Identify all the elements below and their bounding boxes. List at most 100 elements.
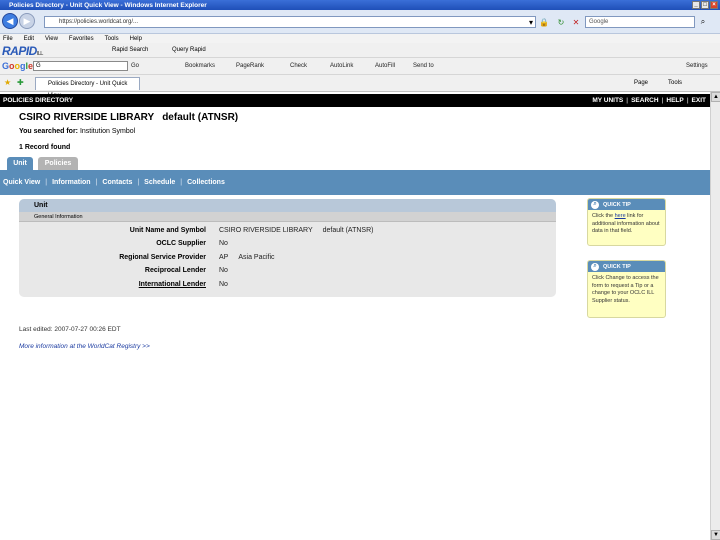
menu-tools[interactable]: Tools [105,36,119,42]
back-button[interactable]: ◀ [2,13,18,29]
separator: | [180,179,183,186]
pagerank-button[interactable]: PageRank [236,63,264,69]
window-title-bar: Policies Directory - Unit Quick View - W… [0,0,720,10]
favorites-star-icon[interactable]: ★ [4,78,11,87]
address-toolbar: ◀ ▶ https://policies.worldcat.org/... ▾ … [0,10,720,34]
rapid-search-button[interactable]: Rapid Search [112,47,148,53]
quick-tip-body: Click Change to access the form to reque… [592,275,659,304]
last-edited: Last edited: 2007-07-27 00:26 EDT [19,326,121,333]
international-lender-link[interactable]: International Lender [19,281,206,288]
library-code: default (ATNSR) [162,112,239,123]
reciprocal-lender-value: No [219,267,228,274]
scroll-up-icon[interactable]: ▲ [711,92,720,102]
lock-icon[interactable]: 🔒 [539,17,549,27]
magnifier-icon: ⌕ [591,200,599,209]
autolink-button[interactable]: AutoLink [330,63,353,69]
address-input[interactable]: https://policies.worldcat.org/... [44,16,536,28]
vertical-scrollbar[interactable]: ▲ ▼ [710,92,720,540]
quick-tip-header: ⌕ QUICK TIP [588,199,665,210]
window-title: Policies Directory - Unit Quick View - W… [9,1,207,9]
unit-name-value: CSIRO RIVERSIDE LIBRARY default (ATNSR) [219,227,374,234]
settings-button[interactable]: Settings [686,63,708,69]
check-button[interactable]: Check [290,63,307,69]
registry-link[interactable]: More information at the WorldCat Registr… [19,343,150,350]
stop-icon[interactable]: ✕ [571,17,581,27]
separator: | [626,97,629,104]
refresh-icon[interactable]: ↻ [556,17,566,27]
minimize-icon[interactable]: _ [692,1,700,9]
subnav-quick-view[interactable]: Quick View [3,179,40,186]
oclc-supplier-label: OCLC Supplier [156,240,206,247]
tools-menu-button[interactable]: Tools [668,80,682,86]
rapid-toolbar: RAPIDILL Rapid Search Query Rapid [0,43,720,58]
google-logo: Google [2,61,34,71]
tab-policies[interactable]: Policies [38,157,78,170]
menu-help[interactable]: Help [130,36,142,42]
close-icon[interactable]: × [710,1,718,9]
reciprocal-lender-label: Reciprocal Lender [144,267,206,274]
scroll-down-icon[interactable]: ▼ [711,530,720,540]
search-link[interactable]: SEARCH [631,97,658,104]
subnav-collections[interactable]: Collections [187,179,225,186]
rapid-logo: RAPIDILL [2,44,43,58]
quick-tip-box: ⌕ QUICK TIP Click Change to access the f… [587,260,666,318]
autofill-button[interactable]: AutoFill [375,63,395,69]
quick-tip-body: Click the here link for additional infor… [592,213,660,234]
menu-view[interactable]: View [45,36,58,42]
tab-unit[interactable]: Unit [7,157,33,170]
help-link[interactable]: HELP [666,97,683,104]
page-header: POLICIES DIRECTORY MY UNITS | SEARCH | H… [0,94,710,107]
record-count: 1 Record found [19,144,71,151]
maximize-icon[interactable]: □ [701,1,709,9]
query-rapid-button[interactable]: Query Rapid [172,47,206,53]
regional-provider-label: Regional Service Provider [119,254,206,261]
google-toolbar: Google G Go Bookmarks PageRank Check Aut… [0,58,720,75]
search-summary-prefix: You searched for: [19,128,78,135]
quick-tip-header: ⌕ QUICK TIP [588,261,665,272]
window-controls: _ □ × [692,1,718,9]
search-input[interactable]: Google [585,16,695,28]
library-title: CSIRO RIVERSIDE LIBRARY default (ATNSR) [19,112,238,123]
regional-provider-value: AP Asia Pacific [219,254,275,261]
sub-navigation: Quick View | Information | Contacts | Sc… [0,170,710,195]
site-title: POLICIES DIRECTORY [3,97,74,104]
my-units-link[interactable]: MY UNITS [592,97,623,104]
separator: | [686,97,689,104]
magnifier-icon: ⌕ [591,262,599,271]
add-favorite-icon[interactable]: ✚ [17,78,24,87]
google-go-button[interactable]: Go [131,63,139,69]
subnav-contacts[interactable]: Contacts [102,179,132,186]
quick-tip-box: ⌕ QUICK TIP Click the here link for addi… [587,198,666,246]
search-icon[interactable]: ⌕ [698,17,708,27]
international-lender-value: No [219,281,228,288]
header-links: MY UNITS | SEARCH | HELP | EXIT [592,97,706,104]
search-summary: You searched for: Institution Symbol [19,128,135,135]
menu-bar: File Edit View Favorites Tools Help [0,34,720,43]
quick-tip-link[interactable]: here [615,213,626,219]
dropdown-arrow-icon[interactable]: ▾ [526,17,536,27]
unit-panel-subheader: General Information [19,212,556,222]
subnav-information[interactable]: Information [52,179,91,186]
forward-button[interactable]: ▶ [19,13,35,29]
library-name: CSIRO RIVERSIDE LIBRARY [19,112,155,123]
separator: | [45,179,48,186]
search-term: Institution Symbol [79,128,136,135]
subnav-schedule[interactable]: Schedule [144,179,175,186]
unit-name-label: Unit Name and Symbol [129,227,206,234]
unit-panel: Unit General Information Unit Name and S… [19,199,556,297]
separator: | [137,179,140,186]
menu-edit[interactable]: Edit [24,36,34,42]
separator: | [95,179,98,186]
menu-file[interactable]: File [3,36,13,42]
browser-tab-active[interactable]: Policies Directory - Unit Quick View [35,77,140,99]
browser-tabs-bar: ★ ✚ Policies Directory - Unit Quick View… [0,75,720,99]
oclc-supplier-value: No [219,240,228,247]
exit-link[interactable]: EXIT [692,97,706,104]
bookmarks-button[interactable]: Bookmarks [185,63,215,69]
unit-panel-header: Unit [19,199,556,212]
page-menu-button[interactable]: Page [634,80,648,86]
separator: | [661,97,664,104]
google-search-input[interactable]: G [33,61,128,71]
menu-favorites[interactable]: Favorites [69,36,94,42]
send-to-button[interactable]: Send to [413,63,434,69]
